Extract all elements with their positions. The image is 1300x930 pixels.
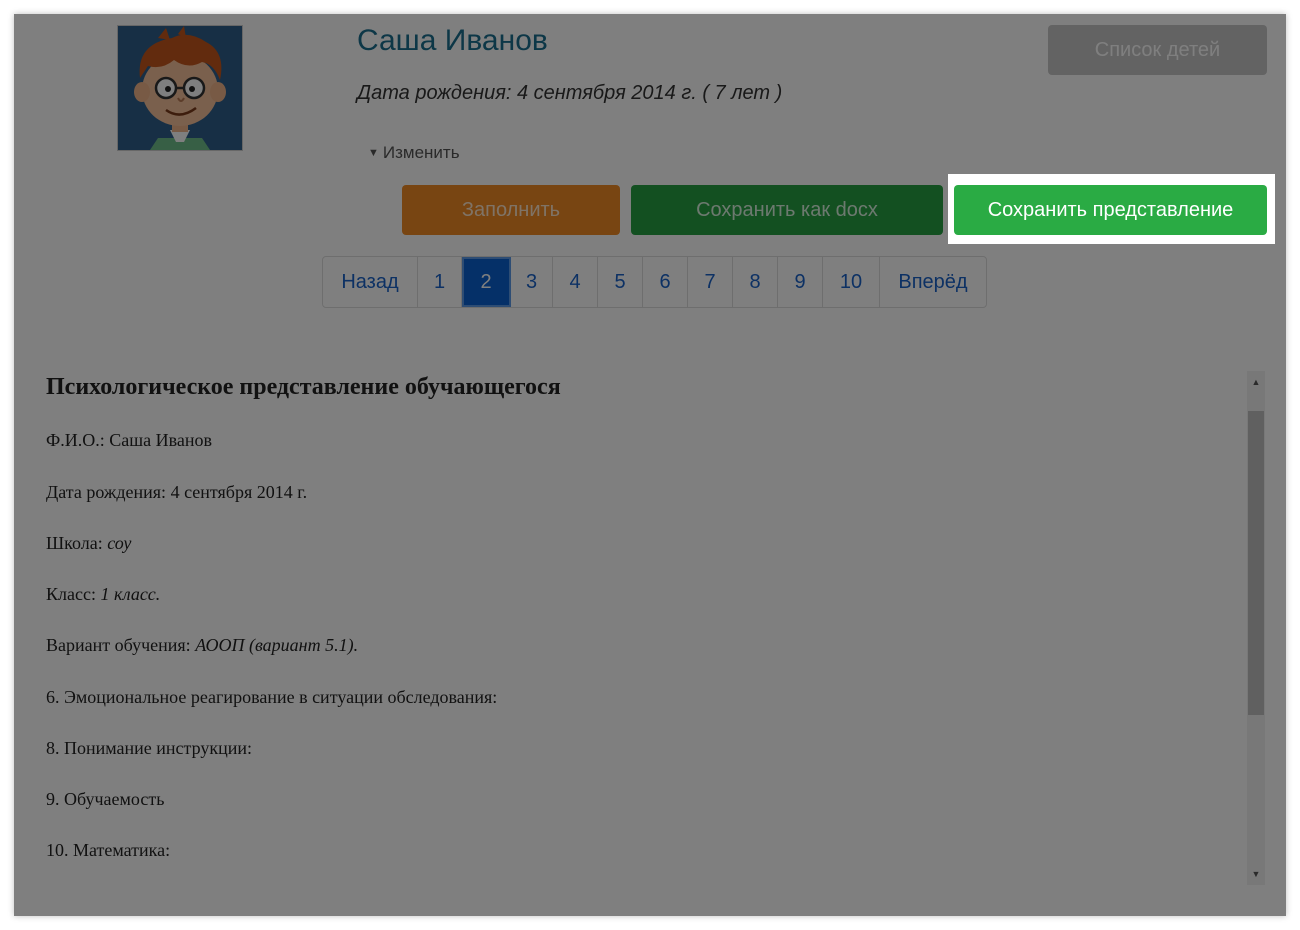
pagination: Назад 1 2 3 4 5 6 7 8 9 10 Вперёд bbox=[322, 256, 987, 308]
cartoon-boy-avatar-icon bbox=[118, 26, 242, 150]
doc-school-value: соу bbox=[107, 533, 132, 553]
doc-class-line: Класс: 1 класс. bbox=[46, 584, 160, 605]
child-avatar bbox=[117, 25, 243, 151]
pagination-page-6[interactable]: 6 bbox=[643, 257, 688, 307]
pagination-page-8[interactable]: 8 bbox=[733, 257, 778, 307]
pagination-next[interactable]: Вперёд bbox=[880, 257, 986, 307]
doc-dob-line: Дата рождения: 4 сентября 2014 г. bbox=[46, 482, 307, 503]
doc-school-line: Школа: соу bbox=[46, 533, 131, 554]
pagination-page-3[interactable]: 3 bbox=[511, 257, 553, 307]
doc-variant-label: Вариант обучения: bbox=[46, 635, 191, 655]
pagination-page-2[interactable]: 2 bbox=[462, 257, 511, 307]
pagination-page-10[interactable]: 10 bbox=[823, 257, 880, 307]
children-list-button[interactable]: Список детей bbox=[1048, 25, 1267, 75]
doc-fio-line: Ф.И.О.: Саша Иванов bbox=[46, 430, 212, 451]
pagination-page-4[interactable]: 4 bbox=[553, 257, 598, 307]
doc-class-value: 1 класс. bbox=[100, 584, 161, 604]
doc-class-label: Класс: bbox=[46, 584, 96, 604]
document-title: Психологическое представление обучающего… bbox=[46, 374, 561, 400]
save-representation-button[interactable]: Сохранить представление bbox=[954, 185, 1267, 235]
document-preview: Психологическое представление обучающего… bbox=[14, 369, 1246, 889]
doc-item-6: 6. Эмоциональное реагирование в ситуации… bbox=[46, 687, 498, 707]
doc-school-label: Школа: bbox=[46, 533, 103, 553]
app-frame: Саша Иванов Дата рождения: 4 сентября 20… bbox=[14, 14, 1286, 916]
doc-variant-line: Вариант обучения: АООП (вариант 5.1). bbox=[46, 635, 358, 656]
pagination-page-1[interactable]: 1 bbox=[418, 257, 462, 307]
edit-label: Изменить bbox=[382, 143, 460, 162]
pagination-page-7[interactable]: 7 bbox=[688, 257, 733, 307]
pagination-prev[interactable]: Назад bbox=[323, 257, 418, 307]
child-dob: Дата рождения: 4 сентября 2014 г. ( 7 ле… bbox=[357, 82, 783, 104]
child-name: Саша Иванов bbox=[357, 24, 548, 57]
fill-button[interactable]: Заполнить bbox=[402, 185, 620, 235]
scrollbar-thumb[interactable] bbox=[1248, 411, 1264, 715]
doc-item-8: 8. Понимание инструкции: bbox=[46, 738, 253, 758]
save-docx-button[interactable]: Сохранить как docx bbox=[631, 185, 943, 235]
pagination-page-9[interactable]: 9 bbox=[778, 257, 823, 307]
doc-fio-label: Ф.И.О.: bbox=[46, 430, 105, 450]
document-scrollbar[interactable]: ▲ ▼ bbox=[1247, 371, 1265, 885]
doc-fio-value: Саша Иванов bbox=[109, 430, 212, 450]
doc-item-10: 10. Математика: bbox=[46, 840, 171, 860]
scroll-down-arrow-icon[interactable]: ▼ bbox=[1247, 865, 1265, 883]
edit-toggle[interactable]: ▼ Изменить bbox=[368, 143, 460, 163]
doc-item-9: 9. Обучаемость bbox=[46, 789, 165, 809]
doc-dob-label: Дата рождения: bbox=[46, 482, 167, 502]
pagination-page-5[interactable]: 5 bbox=[598, 257, 643, 307]
doc-dob-value: 4 сентября 2014 г. bbox=[170, 482, 308, 502]
caret-down-icon: ▼ bbox=[368, 147, 379, 159]
scroll-up-arrow-icon[interactable]: ▲ bbox=[1247, 373, 1265, 391]
doc-variant-value: АООП (вариант 5.1). bbox=[195, 635, 359, 655]
